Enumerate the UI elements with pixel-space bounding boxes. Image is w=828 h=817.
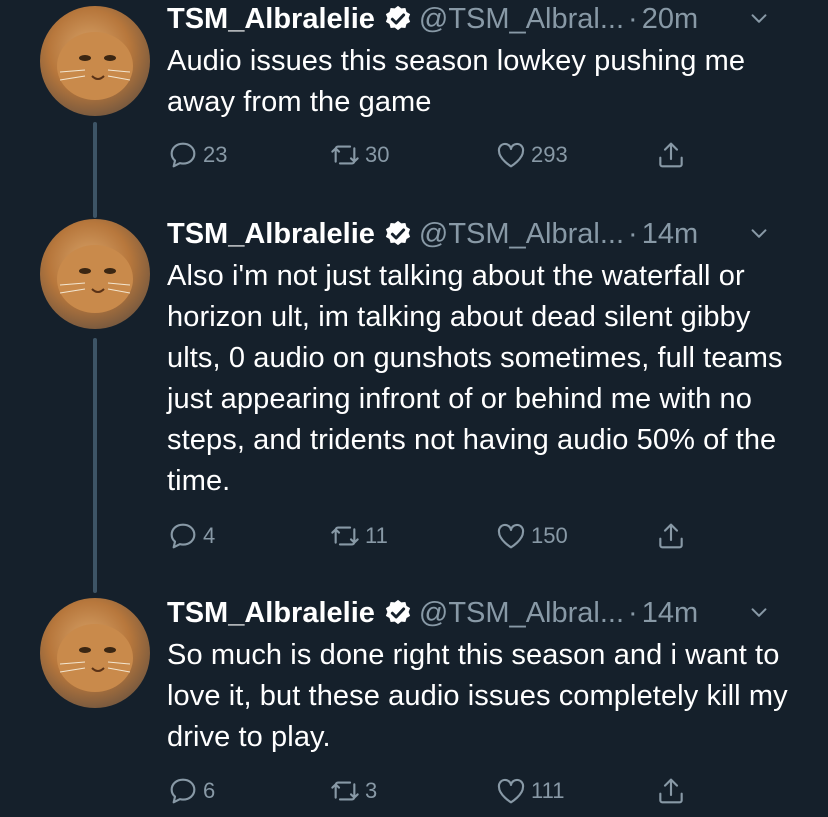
tweet-header: TSM_Albralelie @TSM_Albral... · 14m <box>167 215 798 253</box>
tweet-text: So much is done right this season and i … <box>167 639 788 753</box>
reply-button[interactable]: 23 <box>167 139 227 171</box>
share-icon <box>659 778 683 804</box>
heart-icon <box>497 778 525 804</box>
reply-icon <box>170 523 196 549</box>
share-button[interactable] <box>655 775 687 807</box>
timestamp[interactable]: 20m <box>642 3 698 36</box>
display-name[interactable]: TSM_Albralelie <box>167 218 375 251</box>
tweet-text: Audio issues this season lowkey pushing … <box>167 45 746 118</box>
handle[interactable]: @TSM_Albral... <box>419 3 624 36</box>
retweet-icon <box>331 145 359 165</box>
retweet-count: 11 <box>365 523 388 548</box>
tweet-header: TSM_Albralelie @TSM_Albral... · 14m <box>167 594 798 632</box>
share-icon <box>659 142 683 168</box>
timestamp[interactable]: 14m <box>642 597 698 630</box>
chevron-down-icon[interactable] <box>748 8 770 30</box>
retweet-icon <box>331 781 359 801</box>
like-button[interactable]: 111 <box>495 775 564 807</box>
avatar[interactable] <box>40 6 150 116</box>
like-button[interactable]: 150 <box>495 520 568 552</box>
action-bar: 6 3 111 <box>167 775 767 815</box>
tweet-header: TSM_Albralelie @TSM_Albral... · 20m <box>167 0 798 38</box>
verified-badge-icon <box>385 5 411 31</box>
retweet-button[interactable]: 3 <box>329 775 377 807</box>
reply-count: 6 <box>203 778 216 803</box>
tweet-text: Also i'm not just talking about the wate… <box>167 260 783 497</box>
thread-line <box>93 122 97 218</box>
retweet-count: 3 <box>365 778 378 803</box>
separator-dot: · <box>628 596 638 629</box>
reply-icon <box>170 142 196 168</box>
like-count: 111 <box>531 778 565 803</box>
verified-badge-icon <box>385 599 411 625</box>
handle[interactable]: @TSM_Albral... <box>419 597 624 630</box>
like-count: 150 <box>531 523 568 548</box>
like-count: 293 <box>531 142 568 167</box>
retweet-button[interactable]: 30 <box>329 139 389 171</box>
heart-icon <box>497 523 525 549</box>
thread-line <box>93 338 97 593</box>
reply-button[interactable]: 4 <box>167 520 215 552</box>
avatar[interactable] <box>40 219 150 329</box>
retweet-button[interactable]: 11 <box>329 520 388 552</box>
separator-dot: · <box>628 2 638 35</box>
reply-icon <box>170 778 196 804</box>
avatar[interactable] <box>40 598 150 708</box>
action-bar: 4 11 150 <box>167 520 767 560</box>
verified-badge-icon <box>385 220 411 246</box>
share-button[interactable] <box>655 139 687 171</box>
handle[interactable]: @TSM_Albral... <box>419 218 624 251</box>
like-button[interactable]: 293 <box>495 139 568 171</box>
retweet-count: 30 <box>365 142 390 167</box>
chevron-down-icon[interactable] <box>748 223 770 245</box>
chevron-down-icon[interactable] <box>748 602 770 624</box>
reply-button[interactable]: 6 <box>167 775 215 807</box>
share-icon <box>659 523 683 549</box>
heart-icon <box>497 142 525 168</box>
display-name[interactable]: TSM_Albralelie <box>167 3 375 36</box>
separator-dot: · <box>628 217 638 250</box>
share-button[interactable] <box>655 520 687 552</box>
reply-count: 23 <box>203 142 228 167</box>
action-bar: 23 30 293 <box>167 139 767 179</box>
timestamp[interactable]: 14m <box>642 218 698 251</box>
display-name[interactable]: TSM_Albralelie <box>167 597 375 630</box>
reply-count: 4 <box>203 523 216 548</box>
retweet-icon <box>331 526 359 546</box>
